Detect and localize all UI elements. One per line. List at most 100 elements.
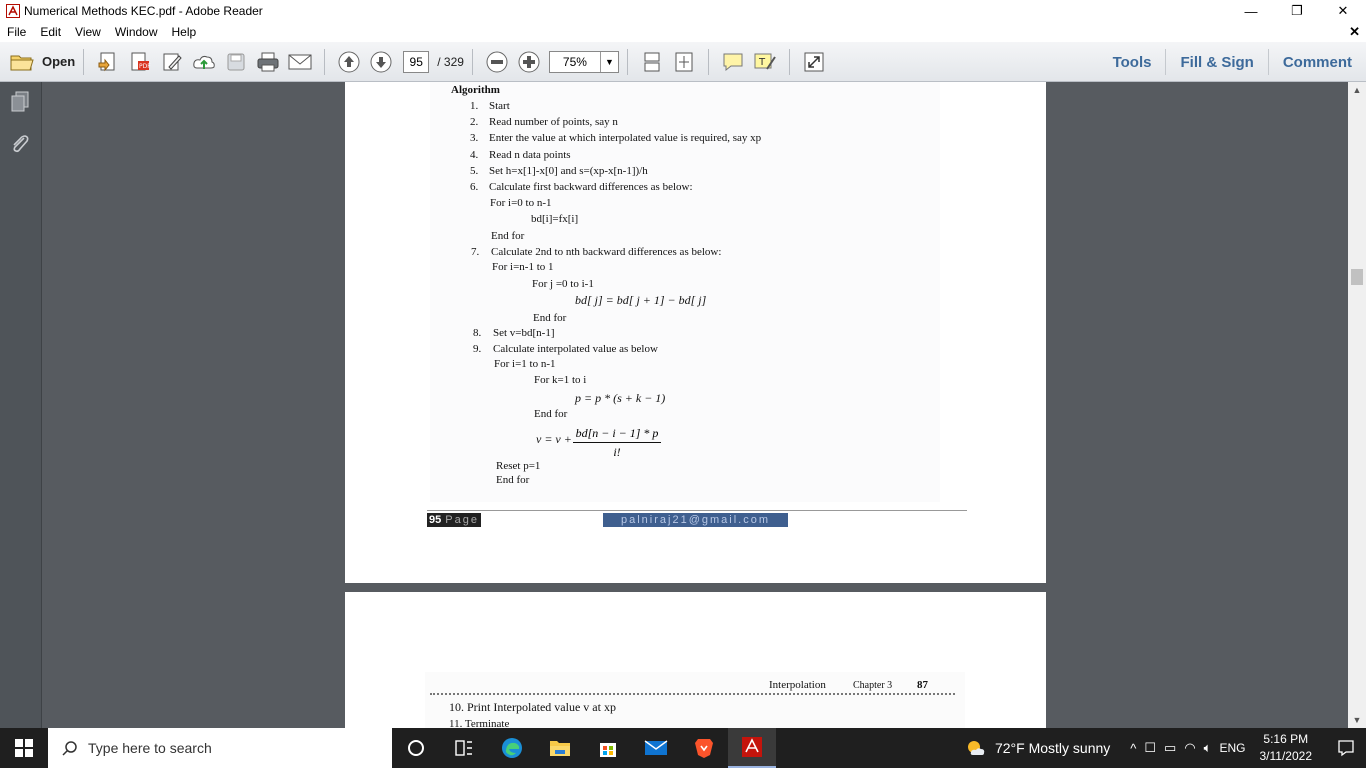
toolbar-divider	[788, 48, 790, 75]
scroll-down-icon[interactable]: ▼	[1348, 712, 1366, 728]
fill-sign-pane-button[interactable]: Fill & Sign	[1165, 49, 1267, 75]
meet-now-icon[interactable]: ☐	[1144, 740, 1156, 756]
email-icon[interactable]	[287, 49, 313, 75]
pdf-page-95: Algorithm 1. Start 2. Read number of poi…	[345, 82, 1046, 583]
zoom-select[interactable]: 75% ▼	[548, 50, 619, 73]
menu-edit[interactable]: Edit	[33, 25, 68, 39]
formula-v-lhs: v = v +	[536, 432, 572, 446]
folder-icon	[10, 55, 34, 70]
start-button[interactable]	[0, 728, 48, 768]
scrollbar-thumb[interactable]	[1351, 269, 1363, 285]
algorithm-step: Set v=bd[n-1]	[493, 327, 555, 339]
comment-pane-button[interactable]: Comment	[1267, 49, 1366, 75]
attachments-paperclip-icon[interactable]	[8, 132, 32, 156]
step-number: 1.	[470, 100, 479, 112]
page-number-input[interactable]: 95	[403, 50, 430, 73]
upload-cloud-icon[interactable]	[191, 49, 217, 75]
weather-widget[interactable]: 72°F Mostly sunny	[965, 738, 1110, 758]
highlight-text-icon[interactable]: T	[752, 49, 778, 75]
open-button[interactable]: Open	[10, 52, 75, 72]
task-view-icon[interactable]	[440, 728, 488, 768]
windows-logo-icon	[15, 739, 33, 757]
for-loop-line: For k=1 to i	[534, 374, 587, 386]
close-button[interactable]: ✕	[1320, 0, 1366, 22]
adobe-reader-taskbar-icon[interactable]	[728, 728, 776, 768]
tools-pane-button[interactable]: Tools	[1099, 49, 1166, 75]
zoom-out-icon[interactable]	[484, 49, 510, 75]
end-for-line: End for	[534, 408, 568, 420]
fraction-bar	[573, 442, 661, 443]
formula-v-denominator: i!	[613, 445, 621, 459]
sticky-note-icon[interactable]	[720, 49, 746, 75]
step-number: 7.	[471, 246, 480, 258]
fit-page-icon[interactable]	[671, 49, 697, 75]
minimize-button[interactable]: —	[1228, 0, 1274, 22]
battery-icon[interactable]: ▭	[1164, 740, 1176, 756]
vertical-scrollbar[interactable]: ▲ ▼	[1348, 82, 1366, 728]
end-for-line: End for	[496, 474, 530, 486]
scanned-page-image	[430, 82, 940, 502]
toolbar-divider	[324, 48, 326, 75]
create-pdf-icon[interactable]	[95, 49, 121, 75]
edit-pdf-icon[interactable]	[159, 49, 185, 75]
search-icon	[62, 741, 77, 756]
next-page-icon[interactable]	[368, 49, 394, 75]
menu-window[interactable]: Window	[108, 25, 165, 39]
step-number: 6.	[470, 181, 479, 193]
save-icon[interactable]	[223, 49, 249, 75]
file-explorer-icon[interactable]	[536, 728, 584, 768]
search-placeholder: Type here to search	[88, 740, 212, 756]
formula-product: p = p * (s + k − 1)	[575, 391, 666, 405]
close-document-button[interactable]: ✕	[1349, 24, 1360, 40]
zoom-in-icon[interactable]	[516, 49, 542, 75]
previous-page-icon[interactable]	[336, 49, 362, 75]
print-icon[interactable]	[255, 49, 281, 75]
export-pdf-icon[interactable]: PDF	[127, 49, 153, 75]
code-line: bd[i]=fx[i]	[531, 213, 579, 225]
wifi-icon[interactable]: ◠	[1184, 740, 1195, 756]
adobe-reader-icon	[6, 4, 20, 18]
menu-help[interactable]: Help	[165, 25, 204, 39]
scrolling-mode-icon[interactable]	[639, 49, 665, 75]
menu-view[interactable]: View	[68, 25, 108, 39]
brave-browser-icon[interactable]	[680, 728, 728, 768]
page-thumbnails-icon[interactable]	[8, 90, 32, 114]
formula-v-numerator: bd[n − i − 1] * p	[575, 426, 659, 440]
notification-center-icon[interactable]	[1326, 739, 1366, 757]
weather-text: 72°F Mostly sunny	[994, 740, 1111, 756]
volume-icon[interactable]: 🔈︎	[1204, 740, 1212, 756]
mail-icon[interactable]	[632, 728, 680, 768]
header-dotted-rule	[430, 693, 955, 695]
running-header-page: 87	[917, 679, 928, 691]
step-number: 4.	[470, 149, 479, 161]
algorithm-step: 11. Terminate	[449, 718, 510, 728]
clock-time: 5:16 PM	[1263, 732, 1309, 746]
for-loop-line: For i=n-1 to 1	[492, 261, 554, 273]
toolbar-divider	[707, 48, 709, 75]
language-indicator[interactable]: ENG	[1219, 741, 1245, 755]
pdf-page-96: Interpolation Chapter 3 87 10. Print Int…	[345, 592, 1046, 728]
scroll-up-icon[interactable]: ▲	[1348, 82, 1366, 98]
windows-taskbar: Type here to search 72°F Mostly sunny ^ …	[0, 728, 1366, 768]
microsoft-store-icon[interactable]	[584, 728, 632, 768]
title-bar: Numerical Methods KEC.pdf - Adobe Reader…	[0, 0, 1366, 22]
algorithm-step: Set h=x[1]-x[0] and s=(xp-x[n-1])/h	[489, 165, 648, 177]
edge-browser-icon[interactable]	[488, 728, 536, 768]
cortana-icon[interactable]	[392, 728, 440, 768]
menu-file[interactable]: File	[0, 25, 33, 39]
footer-email: palniraj21@gmail.com	[603, 513, 788, 527]
toolbar-divider	[471, 48, 473, 75]
step-number: 5.	[470, 165, 479, 177]
footer-page-label: Page	[445, 514, 479, 526]
restore-button[interactable]: ❐	[1274, 0, 1320, 22]
chevron-up-icon[interactable]: ^	[1130, 741, 1136, 756]
taskbar-search-box[interactable]: Type here to search	[48, 728, 392, 768]
chevron-down-icon[interactable]: ▼	[599, 51, 618, 72]
clock[interactable]: 5:16 PM 3/11/2022	[1260, 731, 1313, 765]
fullscreen-icon[interactable]	[801, 49, 827, 75]
clock-date: 3/11/2022	[1259, 749, 1313, 763]
step-number: 2.	[470, 116, 479, 128]
document-viewport[interactable]: Algorithm 1. Start 2. Read number of poi…	[42, 82, 1348, 728]
toolbar-divider	[83, 48, 85, 75]
for-loop-line: For j =0 to i-1	[532, 278, 594, 290]
